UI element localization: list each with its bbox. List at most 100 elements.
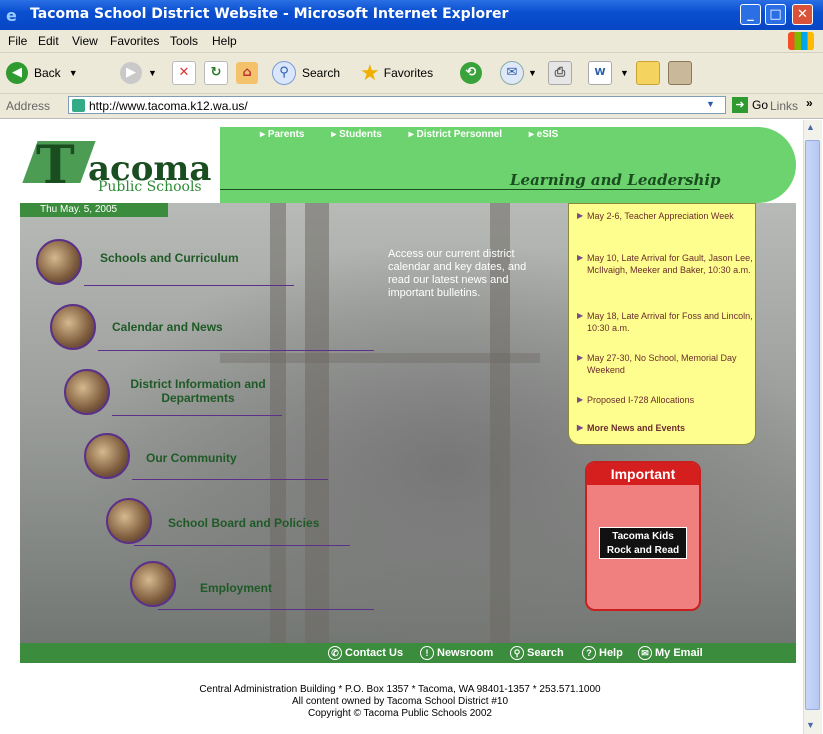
address-dropdown-icon[interactable]: ▼	[706, 99, 715, 109]
favorites-button[interactable]: ★ Favorites	[360, 60, 433, 85]
search-link[interactable]: ⚲ Search	[510, 646, 564, 660]
nav-underline	[158, 609, 374, 610]
scroll-up-icon[interactable]: ▲	[806, 122, 815, 132]
important-heading: Important	[587, 463, 699, 485]
logo-letter[interactable]: T	[36, 135, 75, 196]
info-icon: !	[420, 646, 434, 660]
calendar-icon	[50, 304, 96, 350]
district-info-icon	[64, 369, 110, 415]
school-board-icon	[106, 498, 152, 544]
home-icon: ⌂	[236, 62, 258, 84]
nav-district-information[interactable]: District Information and Departments	[64, 369, 304, 416]
site-header: ▸ Parents ▸ Students ▸ District Personne…	[20, 127, 796, 203]
chevron-right-icon[interactable]: »	[806, 96, 813, 110]
nav-underline	[98, 350, 374, 351]
scroll-thumb[interactable]	[805, 140, 820, 710]
refresh-button[interactable]: ↻	[204, 61, 228, 85]
help-link[interactable]: ? Help	[582, 646, 623, 660]
nav-our-community[interactable]: Our Community	[84, 433, 354, 480]
close-button[interactable]: ✕	[792, 4, 813, 25]
playground-bar	[220, 353, 540, 363]
tagline: Learning and Leadership	[510, 171, 721, 189]
contact-us-link[interactable]: ✆ Contact Us	[328, 646, 403, 660]
title-bar: e Tacoma School District Website - Micro…	[0, 0, 823, 30]
search-button[interactable]: ⚲ Search	[272, 61, 340, 85]
history-button[interactable]: ⟲	[460, 61, 482, 85]
page-icon	[72, 99, 85, 112]
nav-employment[interactable]: Employment	[130, 561, 380, 610]
refresh-icon: ↻	[204, 61, 228, 85]
address-input[interactable]: http://www.tacoma.k12.wa.us/	[68, 96, 726, 114]
menu-bar: File Edit View Favorites Tools Help	[0, 30, 823, 53]
go-button[interactable]: ➜ Go	[732, 97, 768, 113]
back-arrow-icon: ◀	[6, 62, 28, 84]
toplink-district-personnel[interactable]: ▸ District Personnel	[409, 129, 514, 140]
main-content: Thu May. 5, 2005 Schools and Curriculum …	[20, 203, 796, 643]
home-button[interactable]: ⌂	[236, 61, 258, 85]
go-arrow-icon: ➜	[732, 97, 748, 113]
menu-file[interactable]: File	[8, 34, 27, 48]
print-icon: ⎙	[548, 61, 572, 85]
vertical-scrollbar[interactable]: ▲ ▼	[803, 120, 822, 734]
employment-icon	[130, 561, 176, 607]
newsroom-link[interactable]: ! Newsroom	[420, 646, 493, 660]
more-news-link[interactable]: ▶ More News and Events	[577, 422, 753, 434]
news-item[interactable]: ▶ May 2-6, Teacher Appreciation Week	[577, 210, 753, 222]
phone-icon: ✆	[328, 646, 342, 660]
nav-schools-and-curriculum[interactable]: Schools and Curriculum	[36, 239, 296, 286]
links-button[interactable]: Links	[770, 99, 798, 113]
nav-underline	[132, 479, 328, 480]
footer-bar: ✆ Contact Us ! Newsroom ⚲ Search ? Help ✉ My …	[20, 643, 796, 663]
news-item[interactable]: ▶ May 27-30, No School, Memorial Day Week…	[577, 352, 753, 376]
important-box: Important Tacoma Kids Rock and Read	[585, 461, 701, 611]
mail-button[interactable]: ✉ ▼	[500, 61, 537, 85]
back-button[interactable]: ◀ Back ▼	[6, 61, 78, 85]
stop-icon: ✕	[172, 61, 196, 85]
research-button[interactable]	[668, 61, 692, 85]
stop-button[interactable]: ✕	[172, 61, 196, 85]
toplink-students[interactable]: ▸ Students	[331, 129, 394, 140]
address-label: Address	[6, 99, 51, 113]
minimize-button[interactable]: _	[740, 4, 761, 25]
nav-calendar-and-news[interactable]: Calendar and News	[50, 304, 380, 351]
edit-button[interactable]: W ▼	[588, 61, 629, 85]
header-divider	[220, 189, 700, 190]
news-item[interactable]: ▶ May 18, Late Arrival for Foss and Linco…	[577, 310, 753, 334]
forward-button[interactable]: ▶ ▼	[120, 61, 157, 85]
nav-underline	[112, 415, 282, 416]
windows-logo-icon	[788, 32, 814, 50]
scroll-down-icon[interactable]: ▼	[806, 720, 815, 730]
news-item[interactable]: ▶ Proposed I-728 Allocations	[577, 394, 753, 406]
menu-edit[interactable]: Edit	[38, 34, 59, 48]
tacoma-kids-button[interactable]: Tacoma Kids Rock and Read	[599, 527, 687, 559]
print-button[interactable]: ⎙	[548, 61, 572, 85]
my-email-link[interactable]: ✉ My Email	[638, 646, 703, 660]
books-icon	[668, 61, 692, 85]
top-links: ▸ Parents ▸ Students ▸ District Personne…	[260, 129, 582, 140]
ownership-line: All content owned by Tacoma School Distr…	[291, 696, 509, 707]
logo-subtitle: Public Schools	[98, 179, 202, 195]
menu-help[interactable]: Help	[212, 34, 237, 48]
address-bar: Address http://www.tacoma.k12.wa.us/ ▼ ➜…	[0, 94, 823, 119]
search-icon: ⚲	[272, 61, 296, 85]
menu-tools[interactable]: Tools	[170, 34, 198, 48]
folder-icon	[636, 61, 660, 85]
toplink-parents[interactable]: ▸ Parents	[260, 129, 317, 140]
address-url: http://www.tacoma.k12.wa.us/	[89, 99, 248, 113]
star-icon: ★	[360, 60, 380, 85]
access-description: Access our current district calendar and…	[388, 248, 527, 299]
ie-icon: e	[6, 6, 17, 25]
school-bus-icon	[36, 239, 82, 285]
date-tab: Thu May. 5, 2005	[20, 203, 168, 217]
news-item[interactable]: ▶ May 10, Late Arrival for Gault, Jason L…	[577, 252, 753, 276]
news-box: ▶ May 2-6, Teacher Appreciation Week ▶ May…	[568, 203, 756, 445]
menu-favorites[interactable]: Favorites	[110, 34, 159, 48]
address-line: Central Administration Building * P.O. B…	[199, 684, 601, 695]
forward-arrow-icon: ▶	[120, 62, 142, 84]
menu-view[interactable]: View	[72, 34, 98, 48]
toplink-esis[interactable]: ▸ eSIS	[529, 129, 571, 140]
maximize-button[interactable]: □	[765, 4, 786, 25]
nav-school-board-and-policies[interactable]: School Board and Policies	[106, 498, 366, 546]
folder-button[interactable]	[636, 61, 660, 85]
search-icon: ⚲	[510, 646, 524, 660]
